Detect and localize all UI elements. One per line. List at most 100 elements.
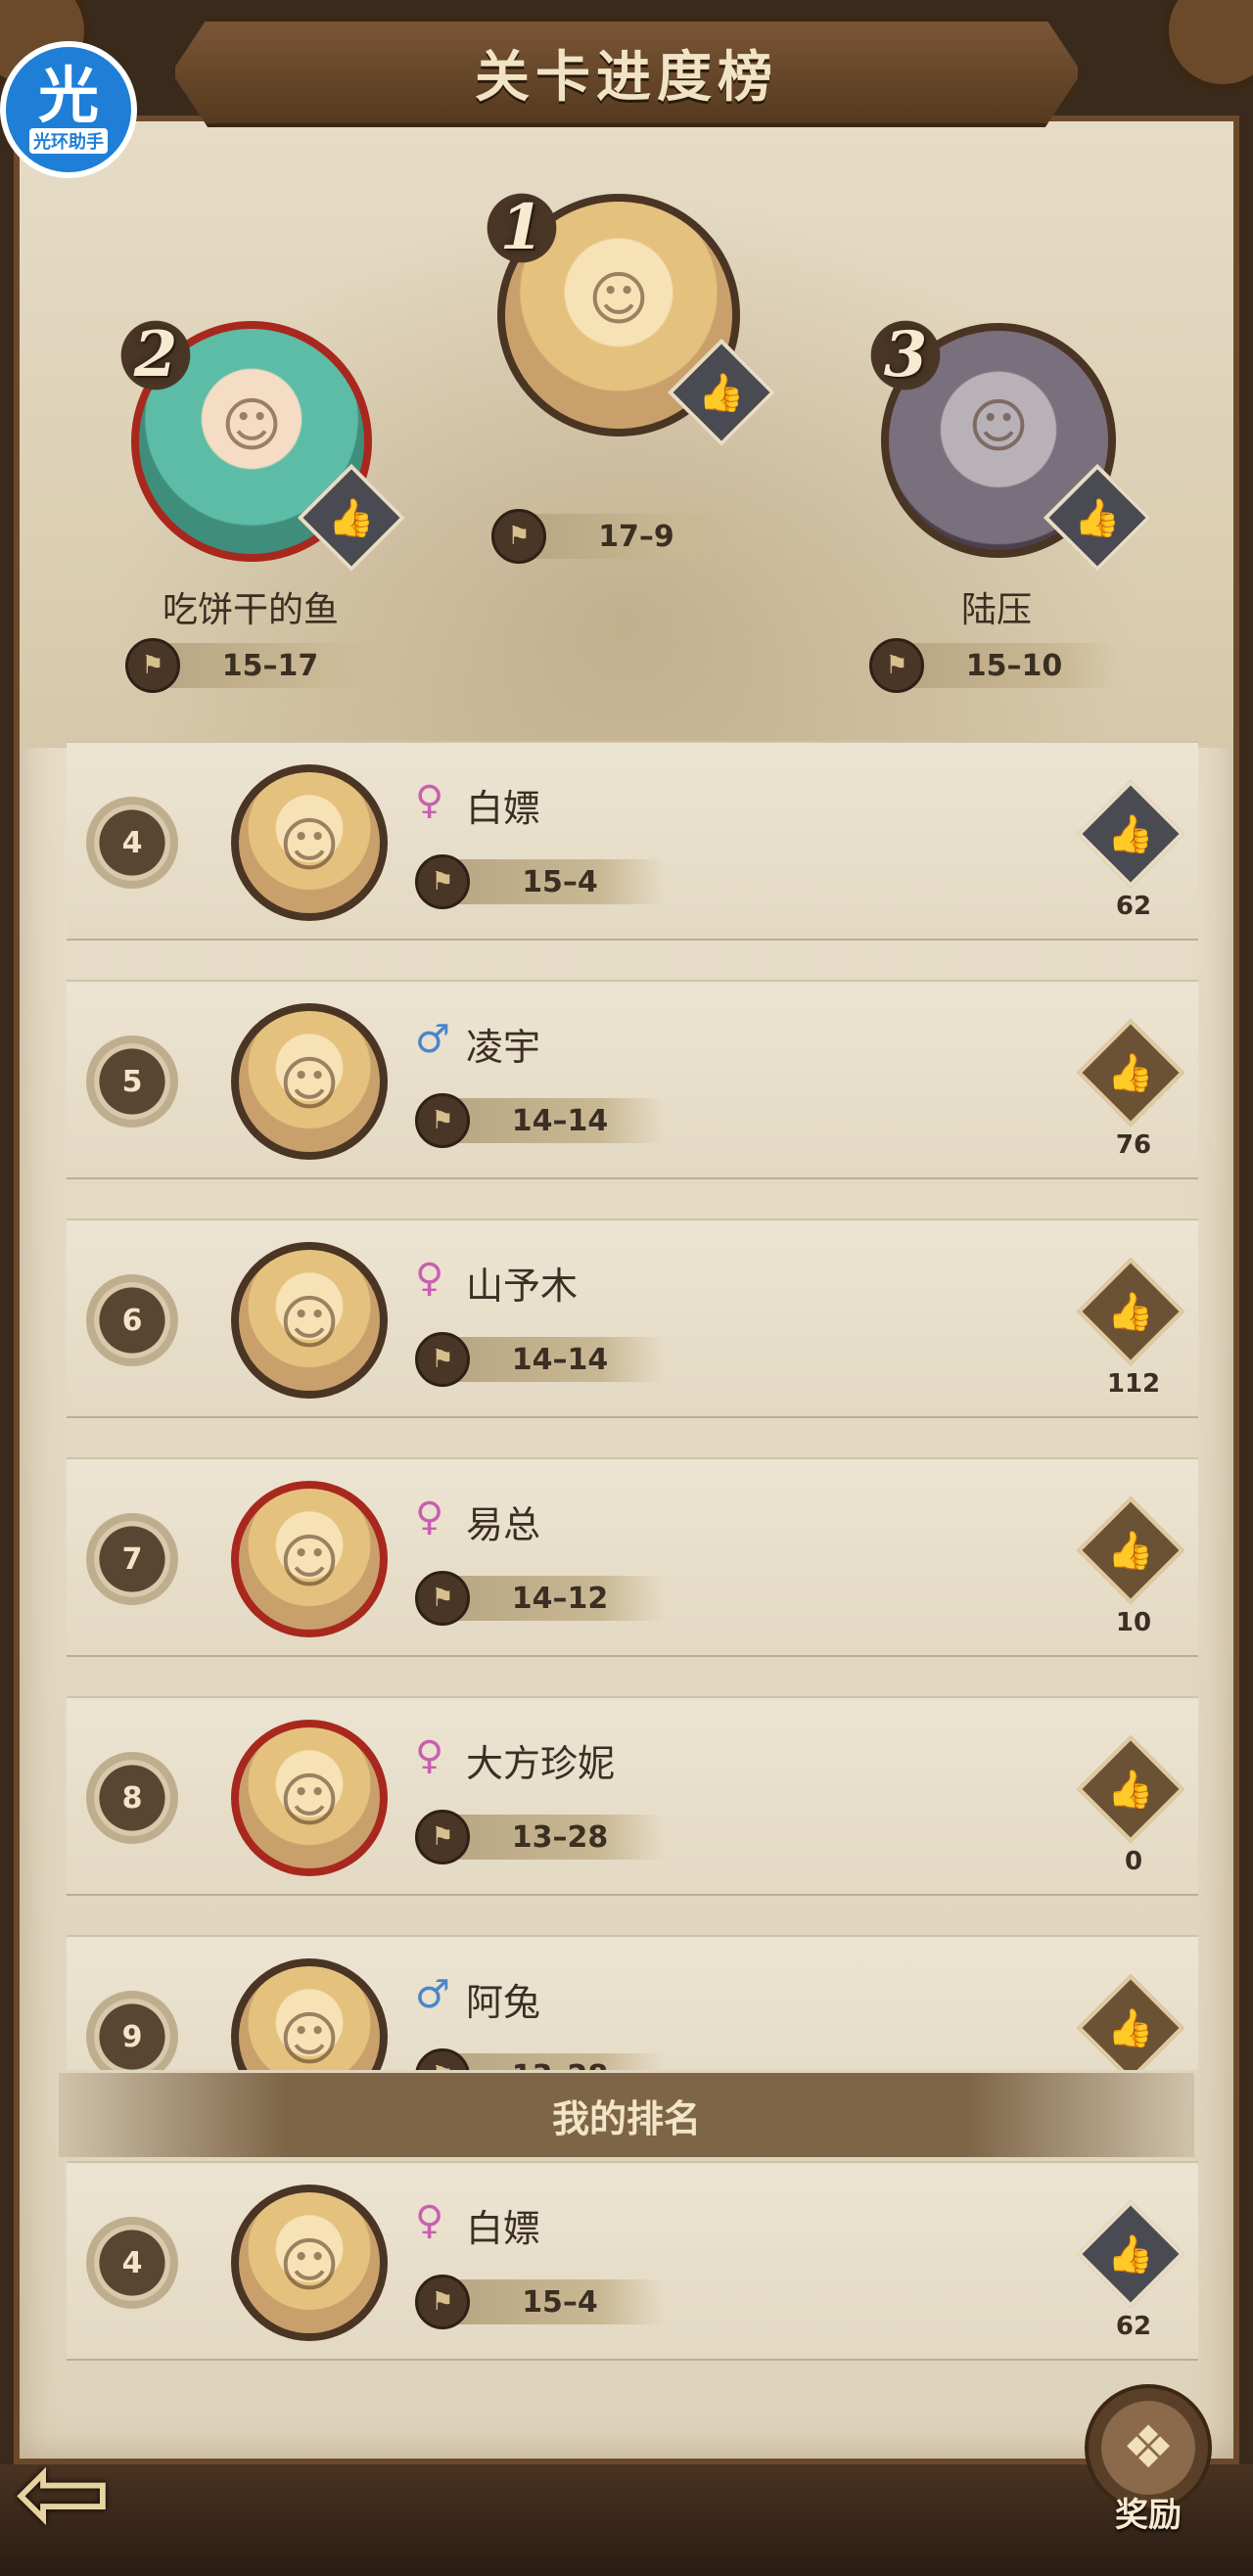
like-button[interactable]: 👍 [1076, 1257, 1185, 1366]
stage-value: 15–4 [452, 859, 664, 904]
like-button[interactable]: 👍 [1076, 1495, 1185, 1605]
flag-icon: ⚑ [415, 2048, 470, 2070]
character-portrait-icon: ☺ [278, 1050, 341, 1120]
stage-value: 15–4 [452, 2279, 664, 2324]
avatar[interactable]: ☺ [231, 1003, 388, 1160]
flag-icon: ⚑ [125, 638, 180, 693]
stage-progress: ⚑ 15–17 [125, 638, 374, 693]
like-button[interactable]: 👍 [1076, 1734, 1185, 1844]
list-item[interactable]: 5 ☺ ♂ 凌宇 ⚑ 14–14 👍 76 [67, 980, 1198, 1179]
female-icon: ♀ [415, 778, 444, 823]
rank-badge: 6 [86, 1274, 178, 1366]
stage-progress: ⚑ 13–28 [415, 1810, 664, 1864]
like-button[interactable]: 👍 [1076, 779, 1185, 889]
stage-progress: ⚑ 15–4 [415, 2275, 664, 2329]
like-count: 0 [1124, 1847, 1143, 1876]
player-name: 陆压 [960, 590, 1032, 630]
like-count: 10 [1115, 1608, 1152, 1637]
avatar[interactable]: ☺ [231, 2185, 388, 2341]
thumbs-up-icon: 👍 [1107, 1767, 1154, 1811]
flag-icon: ⚑ [415, 1571, 470, 1626]
player-name: 易总 [466, 1503, 541, 1546]
thumbs-up-icon: 👍 [1107, 811, 1154, 855]
helper-app-badge[interactable]: 光 光环助手 [0, 41, 137, 178]
avatar[interactable]: ☺ [231, 1720, 388, 1876]
female-icon: ♀ [415, 1733, 444, 1778]
like-count: 76 [1115, 1130, 1152, 1160]
flag-icon: ⚑ [415, 1810, 470, 1864]
list-item[interactable]: 9 ☺ ♂ 阿兔 ⚑ 13–28 👍 [67, 1935, 1198, 2070]
reward-button[interactable]: ❖ 奖励 [1075, 2384, 1222, 2551]
avatar[interactable]: ☺ [231, 1481, 388, 1637]
character-portrait-icon: ☺ [278, 1528, 341, 1597]
character-portrait-icon: ☺ [278, 2005, 341, 2070]
rank-badge: 5 [86, 1035, 178, 1127]
thumbs-up-icon: 👍 [1107, 2005, 1154, 2049]
character-portrait-icon: ☺ [278, 1767, 341, 1836]
character-portrait-icon: ☺ [278, 1289, 341, 1358]
stage-progress: ⚑ 15–10 [869, 638, 1118, 693]
flag-icon: ⚑ [415, 2275, 470, 2329]
stage-progress: ⚑ 14–14 [415, 1332, 664, 1387]
character-portrait-icon: ☺ [278, 2231, 341, 2301]
male-icon: ♂ [415, 1017, 450, 1062]
rank-badge: 4 [86, 2217, 178, 2309]
female-icon: ♀ [415, 1495, 444, 1540]
like-count: 62 [1115, 2312, 1152, 2341]
like-button[interactable]: 👍 [1076, 2199, 1185, 2309]
player-name: 白嫖 [466, 2207, 541, 2250]
character-portrait-icon: ☺ [220, 391, 283, 461]
list-item[interactable]: 4 ☺ ♀ 白嫖 ⚑ 15–4 👍 62 [67, 741, 1198, 941]
back-arrow-icon[interactable]: ⇦ [14, 2435, 209, 2553]
rank-number: 3 [861, 311, 950, 399]
my-rank-header: 我的排名 [59, 2073, 1194, 2157]
rank-badge: 8 [86, 1752, 178, 1844]
flag-icon: ⚑ [491, 509, 546, 564]
flag-icon: ⚑ [869, 638, 924, 693]
like-count: 112 [1106, 1369, 1161, 1399]
avatar[interactable]: ☺ [231, 764, 388, 921]
list-item[interactable]: 8 ☺ ♀ 大方珍妮 ⚑ 13–28 👍 0 [67, 1696, 1198, 1896]
thumbs-up-icon: 👍 [1107, 2231, 1154, 2276]
stage-progress: ⚑ 13–28 [415, 2048, 664, 2070]
avatar[interactable]: ☺ [231, 1958, 388, 2070]
ranking-list[interactable]: 4 ☺ ♀ 白嫖 ⚑ 15–4 👍 62 5 ☺ ♂ 凌宇 ⚑ 14–14 👍 … [0, 739, 1253, 2070]
stage-value: 17–9 [529, 514, 740, 559]
rank-badge: 9 [86, 1991, 178, 2070]
my-rank-row[interactable]: 4 ☺ ♀ 白嫖 ⚑ 15–4 👍 62 [67, 2161, 1198, 2361]
list-item[interactable]: 7 ☺ ♀ 易总 ⚑ 14–12 👍 10 [67, 1457, 1198, 1657]
stage-progress: ⚑ 17–9 [491, 509, 740, 564]
stage-progress: ⚑ 14–14 [415, 1093, 664, 1148]
female-icon: ♀ [415, 2198, 444, 2243]
helper-badge-glyph: 光 [37, 60, 99, 131]
rank-number: 2 [112, 311, 200, 399]
like-button[interactable]: 👍 [1076, 1018, 1185, 1127]
stage-value: 13–28 [452, 1815, 664, 1860]
character-portrait-icon: ☺ [967, 391, 1030, 461]
page-title: 关卡进度榜 [475, 45, 778, 110]
stage-progress: ⚑ 14–12 [415, 1571, 664, 1626]
stage-value: 14–14 [452, 1337, 664, 1382]
flag-icon: ⚑ [415, 854, 470, 909]
stage-value: 13–28 [452, 2053, 664, 2070]
character-portrait-icon: ☺ [587, 264, 650, 334]
like-button[interactable]: 👍 [1076, 1973, 1185, 2070]
flag-icon: ⚑ [415, 1332, 470, 1387]
flag-icon: ⚑ [415, 1093, 470, 1148]
player-name: 大方珍妮 [466, 1742, 616, 1785]
helper-badge-text: 光环助手 [29, 128, 108, 154]
thumbs-up-icon: 👍 [328, 495, 375, 539]
player-name: 阿兔 [466, 1981, 541, 2024]
stage-value: 14–12 [452, 1576, 664, 1621]
stage-value: 14–14 [452, 1098, 664, 1143]
reward-label: 奖励 [1115, 2496, 1182, 2535]
rank-number: 1 [478, 184, 566, 272]
avatar[interactable]: ☺ [231, 1242, 388, 1399]
my-rank-title: 我的排名 [551, 2096, 701, 2140]
rank-badge: 7 [86, 1513, 178, 1605]
list-item[interactable]: 6 ☺ ♀ 山予木 ⚑ 14–14 👍 112 [67, 1219, 1198, 1418]
player-name: 山予木 [466, 1265, 579, 1308]
thumbs-up-icon: 👍 [1107, 1289, 1154, 1333]
thumbs-up-icon: 👍 [698, 370, 745, 414]
stage-value: 15–17 [162, 643, 374, 688]
